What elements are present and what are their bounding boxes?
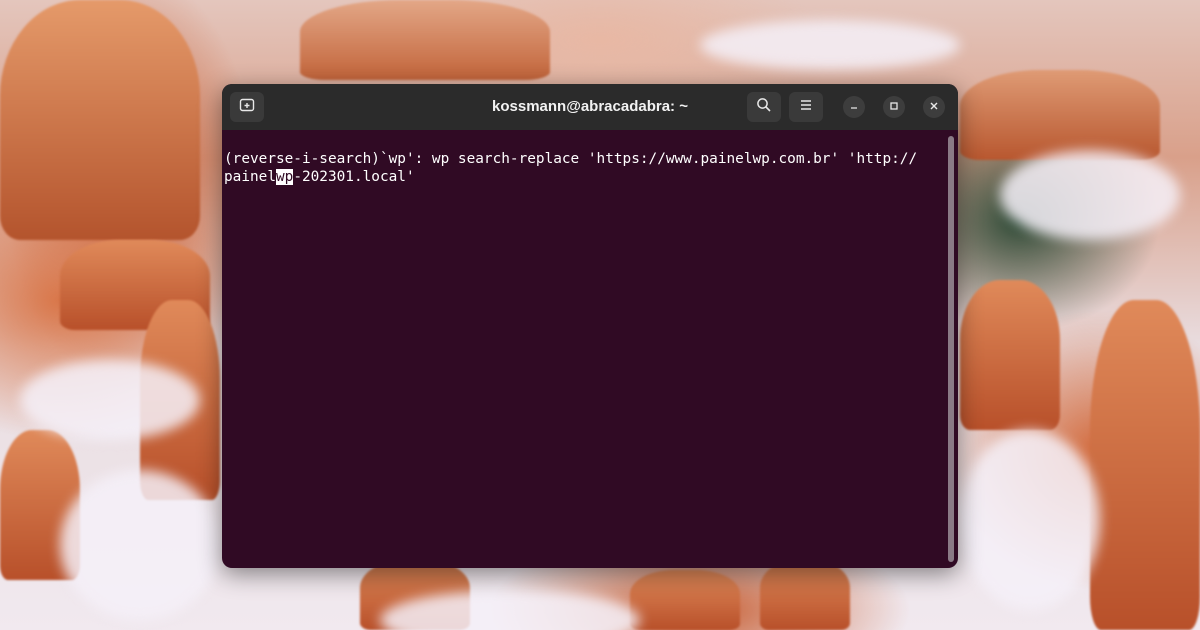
hamburger-menu-icon <box>798 97 814 117</box>
maximize-icon <box>889 101 899 114</box>
terminal-window: kossmann@abracadabra: ~ (reverse-i-searc… <box>222 84 958 568</box>
titlebar: kossmann@abracadabra: ~ <box>222 84 958 130</box>
terminal-line: painelwp-202301.local' <box>224 168 942 186</box>
terminal-output[interactable]: (reverse-i-search)`wp': wp search-replac… <box>222 130 944 568</box>
search-icon <box>756 97 772 117</box>
menu-button[interactable] <box>789 92 823 122</box>
terminal-text: -202301.local' <box>293 169 415 185</box>
new-tab-icon <box>239 97 255 117</box>
terminal-line: (reverse-i-search)`wp': wp search-replac… <box>224 151 918 167</box>
maximize-button[interactable] <box>883 96 905 118</box>
minimize-icon <box>849 101 859 114</box>
search-match-highlight: wp <box>275 169 294 185</box>
close-icon <box>929 101 939 114</box>
terminal-text: painel <box>224 169 276 185</box>
close-button[interactable] <box>923 96 945 118</box>
minimize-button[interactable] <box>843 96 865 118</box>
new-tab-button[interactable] <box>230 92 264 122</box>
vertical-scrollbar[interactable] <box>948 136 954 562</box>
search-button[interactable] <box>747 92 781 122</box>
